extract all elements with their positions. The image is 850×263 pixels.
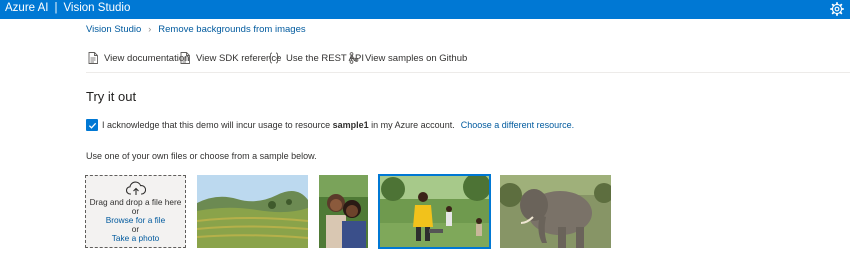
breadcrumb-current[interactable]: Remove backgrounds from images <box>158 24 305 35</box>
top-bar: Azure AI | Vision Studio <box>0 0 850 19</box>
braces-icon <box>268 52 280 64</box>
sample-image-elephant[interactable] <box>500 175 611 248</box>
document-icon <box>88 52 98 64</box>
checkmark-icon <box>88 122 96 129</box>
try-it-out-heading: Try it out <box>86 89 137 104</box>
sdk-document-icon <box>180 52 190 64</box>
brand[interactable]: Azure AI | Vision Studio <box>5 2 130 14</box>
choose-different-resource-link[interactable]: Choose a different resource. <box>461 120 574 130</box>
acknowledge-checkbox[interactable] <box>86 119 98 131</box>
brand-secondary: Vision Studio <box>63 2 131 14</box>
file-drop-zone[interactable]: Drag and drop a file here or Browse for … <box>85 175 186 248</box>
sample-image-couple[interactable] <box>319 175 368 248</box>
take-photo-link[interactable]: Take a photo <box>86 234 185 243</box>
acknowledge-text-before: I acknowledge that this demo will incur … <box>102 120 333 130</box>
brand-primary: Azure AI <box>5 2 49 14</box>
sample-image-grilling[interactable] <box>378 174 491 249</box>
chevron-right-icon: › <box>148 24 152 34</box>
breadcrumb-root[interactable]: Vision Studio <box>86 24 141 35</box>
view-samples-github-link[interactable]: View samples on Github <box>349 52 467 64</box>
acknowledge-text: I acknowledge that this demo will incur … <box>102 120 455 130</box>
acknowledge-text-after: in my Azure account. <box>368 120 455 130</box>
branch-icon <box>349 52 359 64</box>
acknowledge-row: I acknowledge that this demo will incur … <box>86 118 574 132</box>
gear-icon[interactable] <box>830 2 844 16</box>
resource-name: sample1 <box>332 120 369 130</box>
view-documentation-link[interactable]: View documentation <box>88 52 189 64</box>
view-documentation-label: View documentation <box>104 52 190 64</box>
cloud-upload-icon <box>125 181 146 195</box>
view-sdk-reference-link[interactable]: View SDK reference <box>180 52 281 64</box>
section-divider <box>86 72 850 73</box>
instructions-text: Use one of your own files or choose from… <box>86 151 317 161</box>
brand-divider: | <box>54 2 58 14</box>
sample-image-landscape[interactable] <box>197 175 308 248</box>
breadcrumb: Vision Studio › Remove backgrounds from im… <box>86 24 306 35</box>
view-samples-github-label: View samples on Github <box>365 52 468 64</box>
